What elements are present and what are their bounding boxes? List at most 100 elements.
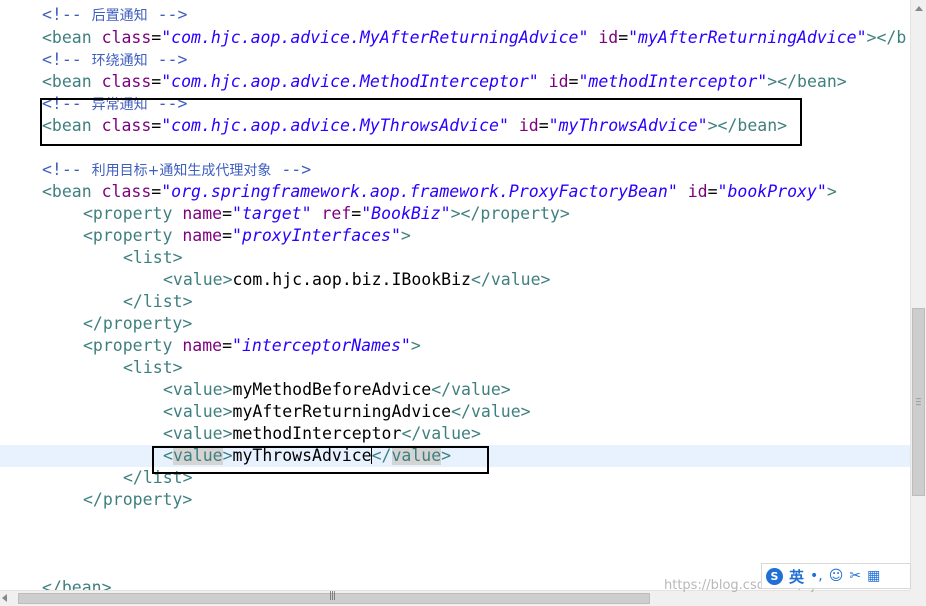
equals: = [618, 28, 629, 47]
attribute-value: "myThrowsAdvice" [548, 116, 708, 135]
tag: < [163, 446, 173, 465]
comment-open: <!-- [42, 94, 92, 113]
vertical-scrollbar[interactable]: — — — [910, 0, 926, 590]
code-line: <property name="interceptorNames"> [0, 335, 910, 357]
attribute: name [182, 336, 223, 355]
tag: ></b [866, 28, 907, 47]
equals: = [222, 204, 233, 223]
equals: = [151, 72, 162, 91]
attribute: class [101, 28, 152, 47]
tag: > [441, 446, 452, 465]
ime-toolbar[interactable]: S 英 •, ☺ ✂ ▦ [761, 563, 911, 589]
emoji-icon[interactable]: ☺ [829, 569, 844, 583]
comment-close: --> [147, 5, 188, 24]
attribute: name [182, 204, 223, 223]
scroll-left-arrow-icon[interactable] [2, 594, 7, 602]
code-line: <value>myAfterReturningAdvice</value> [0, 401, 910, 423]
code-line: <value>methodInterceptor</value> [0, 423, 910, 445]
tag: <bean [42, 182, 102, 201]
tag: <value> [163, 402, 233, 421]
grip-icon: ||| [329, 591, 336, 601]
attribute: class [101, 116, 152, 135]
tag: </bean> [42, 578, 112, 590]
attribute: id [598, 28, 619, 47]
text-value: myAfterReturningAdvice [232, 402, 452, 421]
attribute-value: "target" [232, 204, 312, 223]
scroll-up-arrow-icon[interactable] [911, 0, 926, 16]
code-line: <list> [0, 247, 910, 269]
horizontal-scroll-thumb[interactable]: ||| [18, 591, 650, 604]
code-line: <bean class="org.springframework.aop.fra… [0, 181, 910, 203]
code-line: <bean class="com.hjc.aop.advice.MyThrows… [0, 115, 910, 137]
tag: <property [83, 204, 183, 223]
comment-text: 后置通知 [91, 8, 148, 24]
tag: <bean [42, 116, 102, 135]
tag: <value> [163, 380, 233, 399]
attribute-value: "com.hjc.aop.advice.MethodInterceptor" [161, 72, 539, 91]
scrollbar-corner [910, 590, 926, 606]
text-value: myMethodBeforeAdvice [232, 380, 432, 399]
comment-open: <!-- [42, 5, 92, 24]
comment-text: 利用目标+通知生成代理对象 [91, 163, 272, 179]
tag: ></bean> [767, 72, 847, 91]
tag: <value> [163, 424, 233, 443]
code-line: <bean class="com.hjc.aop.advice.MethodIn… [0, 71, 910, 93]
comment-close: --> [147, 50, 188, 69]
tag: <bean [42, 28, 102, 47]
tag: <bean [42, 72, 102, 91]
code-line: <value>com.hjc.aop.biz.IBookBiz</value> [0, 269, 910, 291]
code-line: </property> [0, 489, 910, 511]
attribute: id [687, 182, 708, 201]
code-line: </list> [0, 291, 910, 313]
equals: = [351, 204, 362, 223]
sogou-logo-icon[interactable]: S [766, 567, 783, 585]
comment-open: <!-- [42, 160, 92, 179]
tag: <property [83, 336, 183, 355]
attribute-value: "org.springframework.aop.framework.Proxy… [161, 182, 678, 201]
code-line: <!-- 后置通知 --> [0, 4, 910, 26]
grip-icon: — — — [916, 394, 921, 409]
code-line: <value>myMethodBeforeAdvice</value> [0, 379, 910, 401]
attribute-value: "proxyInterfaces" [232, 226, 401, 245]
comment-open: <!-- [42, 50, 92, 69]
tag: <list> [123, 358, 183, 377]
code-line: <!-- 利用目标+通知生成代理对象 --> [0, 159, 910, 181]
equals: = [151, 182, 162, 201]
code-line: <property name="target" ref="BookBiz"></… [0, 203, 910, 225]
equals: = [538, 116, 549, 135]
code-line: </list> [0, 467, 910, 489]
language-toggle[interactable]: 英 [789, 566, 804, 587]
tag: </list> [123, 292, 193, 311]
current-code-line[interactable]: <value>myThrowsAdvice</value> [0, 445, 910, 467]
attribute-value: "bookProxy" [717, 182, 827, 201]
vertical-scroll-thumb[interactable]: — — — [912, 308, 925, 496]
tag: <value> [163, 270, 233, 289]
attribute-value: "interceptorNames" [232, 336, 411, 355]
code-line: <bean class="com.hjc.aop.advice.MyAfterR… [0, 27, 910, 49]
attribute-value: "com.hjc.aop.advice.MyAfterReturningAdvi… [161, 28, 589, 47]
text-value: methodInterceptor [232, 424, 402, 443]
tag: ></property> [450, 204, 570, 223]
keyboard-icon[interactable]: ▦ [867, 569, 880, 583]
code-line: <!-- 异常通知 --> [0, 93, 910, 115]
tag: </value> [401, 424, 481, 443]
tag: <list> [123, 248, 183, 267]
equals: = [151, 28, 162, 47]
attribute: class [101, 182, 152, 201]
equals: = [151, 116, 162, 135]
attribute-value: "BookBiz" [361, 204, 451, 223]
tag-highlight: value [172, 446, 223, 465]
tag: </property> [83, 490, 193, 509]
tag: > [222, 446, 233, 465]
text-value: myThrowsAdvice [232, 446, 372, 465]
attribute: ref [321, 204, 352, 223]
tag: </property> [83, 314, 193, 333]
attribute-value: "myAfterReturningAdvice" [628, 28, 867, 47]
punctuation-icon[interactable]: •, [810, 569, 823, 583]
attribute: id [518, 116, 539, 135]
comment-text: 环绕通知 [91, 53, 148, 69]
scissors-icon[interactable]: ✂ [849, 569, 861, 583]
code-editor[interactable]: <!-- 后置通知 --> <bean class="com.hjc.aop.a… [0, 0, 910, 590]
tag: </value> [451, 402, 531, 421]
tag: ></bean> [707, 116, 788, 135]
